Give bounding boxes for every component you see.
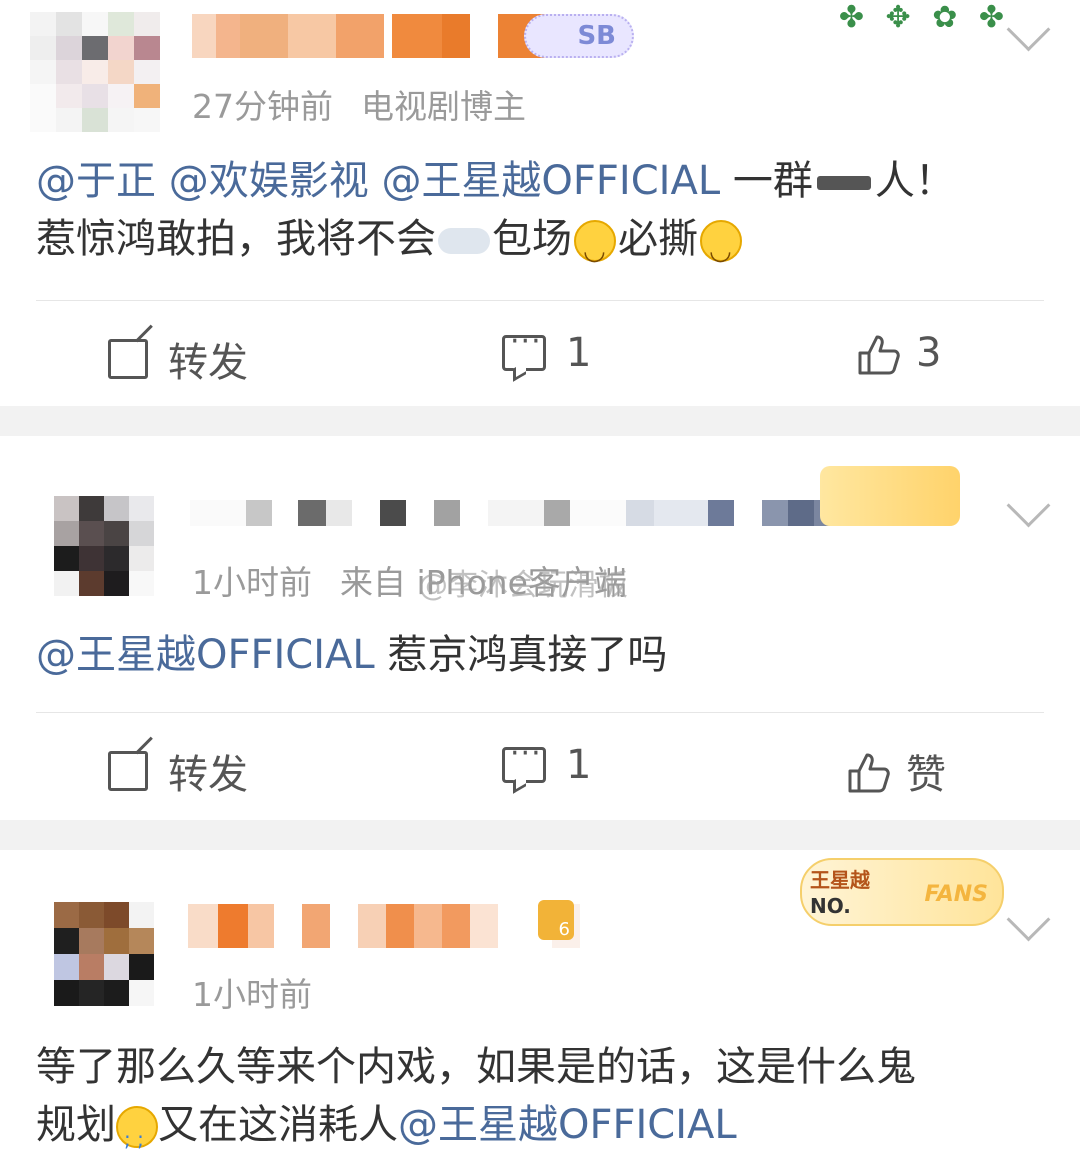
crying-emoji-icon bbox=[116, 1106, 158, 1168]
thumbs-up-icon bbox=[856, 333, 900, 375]
chevron-down-icon[interactable] bbox=[1006, 483, 1051, 528]
comment-icon bbox=[502, 736, 546, 783]
mention-link[interactable]: @王星越OFFICIAL bbox=[398, 1102, 737, 1148]
post-card-1: SB ✤ ✥ ✿ ✤ 27分钟前 电视剧博主 @于正 @欢娱影视 @王星越OFFI… bbox=[0, 0, 1080, 406]
repost-label: 转发 bbox=[168, 340, 248, 386]
mention-link[interactable]: @于正 bbox=[36, 158, 156, 204]
fans-badge[interactable]: 王星越 NO. FANS bbox=[800, 858, 1004, 926]
divider bbox=[36, 300, 1044, 301]
fans-badge-name: 王星越 bbox=[810, 868, 870, 892]
mention-link[interactable]: @王星越OFFICIAL bbox=[381, 158, 720, 204]
cloud-emoji-icon bbox=[438, 228, 490, 254]
content-text: 等了那么久等来个内戏，如果是的话，这是什么鬼 bbox=[36, 1044, 916, 1090]
like-label: 赞 bbox=[906, 752, 946, 798]
repost-icon bbox=[108, 751, 148, 791]
content-text: 一群 bbox=[732, 158, 813, 204]
comment-button[interactable]: 1 bbox=[502, 736, 592, 788]
fans-badge-number: NO. bbox=[810, 894, 851, 918]
image-watermark: @李沐会玩滑板 bbox=[418, 568, 628, 603]
post-meta: 27分钟前 电视剧博主 bbox=[192, 80, 526, 128]
post-time: 1小时前 bbox=[192, 563, 312, 602]
post-time: 1小时前 bbox=[192, 975, 312, 1014]
post-separator bbox=[0, 406, 1080, 436]
post-time: 27分钟前 bbox=[192, 87, 333, 126]
like-button[interactable]: 3 bbox=[856, 330, 941, 376]
repost-button[interactable]: 转发 bbox=[108, 742, 248, 800]
avatar[interactable] bbox=[54, 496, 154, 596]
repost-button[interactable]: 转发 bbox=[108, 330, 248, 388]
chevron-down-icon[interactable] bbox=[1006, 897, 1051, 942]
post-content: 等了那么久等来个内戏，如果是的话，这是什么鬼 规划又在这消耗人@王星越OFFIC… bbox=[36, 1038, 1044, 1168]
content-text: 必撕 bbox=[618, 216, 698, 262]
smile-emoji-icon bbox=[574, 220, 616, 280]
thumbs-up-icon bbox=[846, 751, 890, 793]
post-card-3: 6 王星越 NO. FANS 1小时前 等了那么久等来个内戏，如果是的话，这是什… bbox=[0, 850, 1080, 1168]
avatar[interactable] bbox=[30, 12, 160, 132]
comment-count: 1 bbox=[566, 330, 592, 376]
clover-decoration-icon: ✤ ✥ ✿ ✤ bbox=[838, 0, 1010, 35]
content-text: 人！ bbox=[874, 158, 955, 204]
redacted-bar-icon bbox=[816, 176, 871, 190]
fans-badge-label: FANS bbox=[924, 882, 988, 907]
post-meta: 1小时前 bbox=[192, 968, 312, 1016]
comment-count: 1 bbox=[566, 742, 592, 788]
repost-label: 转发 bbox=[168, 752, 248, 798]
content-text: 规划 bbox=[36, 1102, 116, 1148]
fan-level-badge[interactable]: SB bbox=[524, 14, 634, 58]
post-source: 电视剧博主 bbox=[361, 87, 526, 126]
post-content: @王星越OFFICIAL 惹京鸿真接了吗 bbox=[36, 626, 1044, 684]
mention-link[interactable]: @王星越OFFICIAL bbox=[36, 632, 375, 678]
avatar[interactable] bbox=[54, 902, 154, 1008]
post-card-2: 1小时前 来自 iPhone客户端 @王星越OFFICIAL 惹京鸿真接了吗 转发… bbox=[0, 436, 1080, 820]
like-count: 3 bbox=[916, 330, 942, 376]
username-blurred[interactable] bbox=[188, 904, 580, 948]
username-blurred[interactable] bbox=[190, 500, 842, 526]
content-text: 惹惊鸿敢拍，我将不会 bbox=[36, 216, 436, 262]
post-content: @于正 @欢娱影视 @王星越OFFICIAL 一群 人！ 惹惊鸿敢拍，我将不会 包场… bbox=[36, 152, 1044, 280]
post-separator bbox=[0, 820, 1080, 850]
username-blurred[interactable] bbox=[192, 14, 570, 58]
mention-link[interactable]: @欢娱影视 bbox=[169, 158, 369, 204]
content-text: 惹京鸿真接了吗 bbox=[387, 632, 668, 678]
content-text: 又在这消耗人 bbox=[158, 1102, 398, 1148]
divider bbox=[36, 712, 1044, 713]
like-button[interactable]: 赞 bbox=[846, 742, 946, 800]
vip-badge-icon[interactable] bbox=[820, 466, 960, 526]
chevron-down-icon[interactable] bbox=[1006, 7, 1051, 52]
comment-button[interactable]: 1 bbox=[502, 324, 592, 376]
smile-emoji-icon bbox=[700, 220, 742, 280]
crown-level-icon: 6 bbox=[538, 900, 574, 940]
content-text: 包场 bbox=[492, 216, 572, 262]
repost-icon bbox=[108, 339, 148, 379]
comment-icon bbox=[502, 324, 546, 371]
